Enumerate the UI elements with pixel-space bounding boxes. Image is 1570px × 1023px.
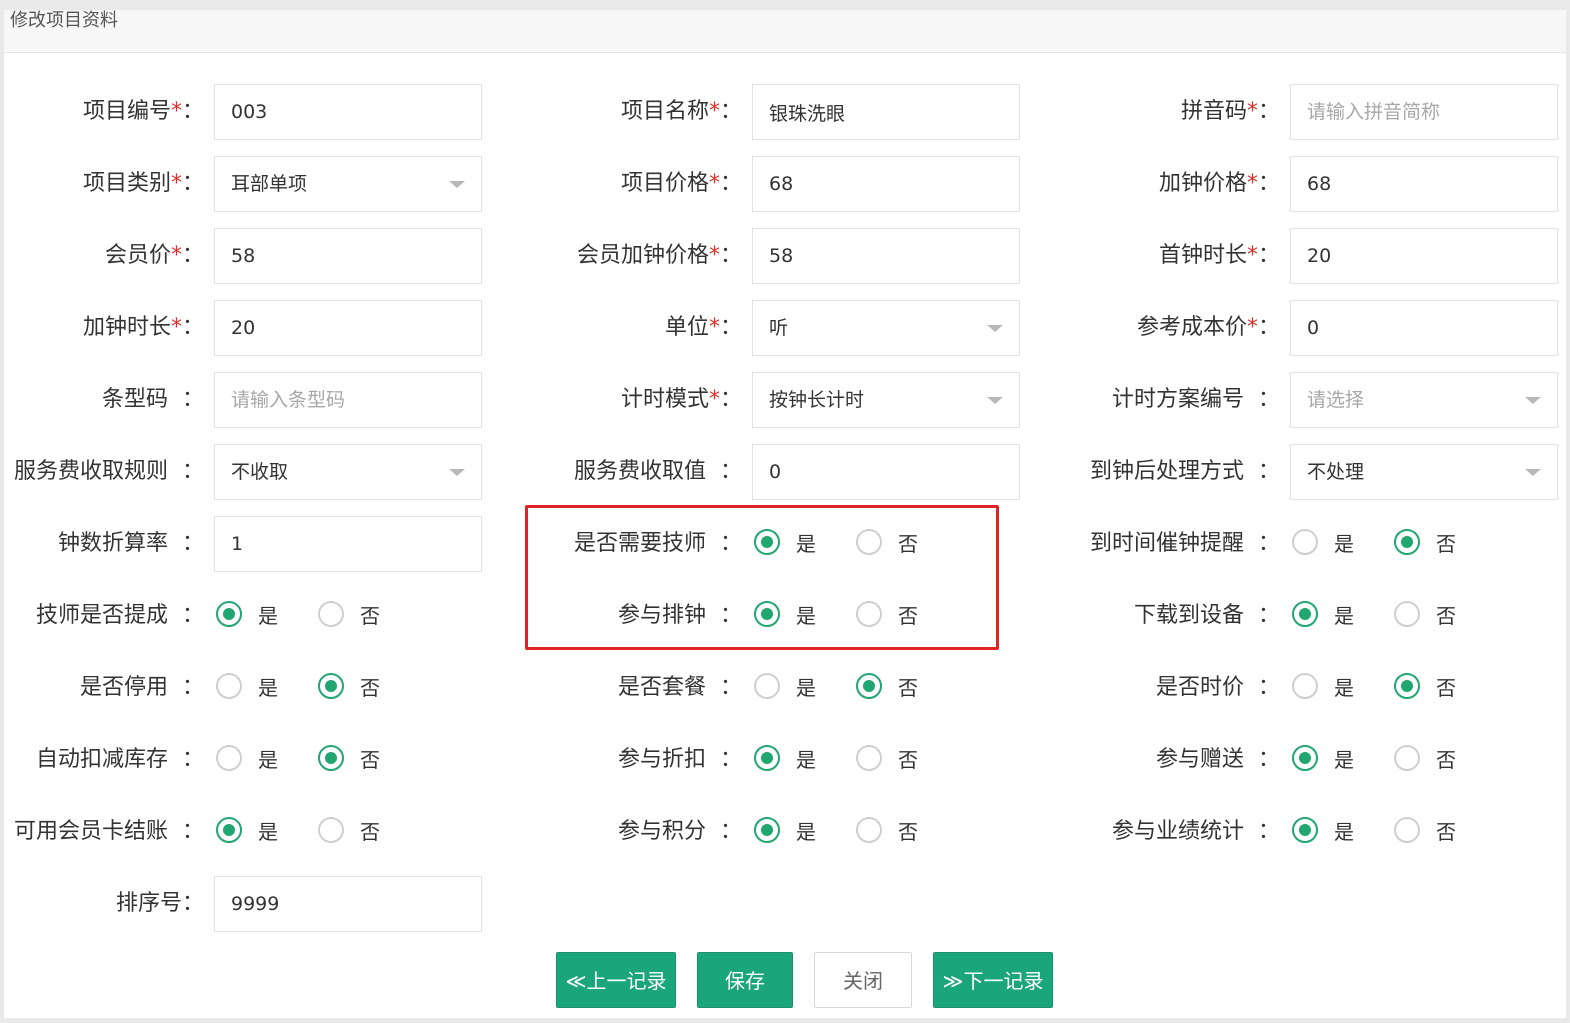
barcode-label: 条型码 [101,387,168,412]
project-code-label: 项目编号 [82,99,171,124]
tech-commission-label: 技师是否提成 [35,603,168,628]
extra-price-input[interactable] [1290,156,1558,212]
fee-rule-select[interactable]: 不收取 [214,444,482,500]
form-row: 项目类别*： 耳部单项 项目价格*： 加钟价格*： [4,156,1566,212]
form-row: 钟数折算率 ： 是否需要技师 ： 是 否 到时间催钟提醒 ： 是 否 [4,516,1566,572]
category-select[interactable]: 耳部单项 [214,156,482,212]
chevron-down-icon [449,181,465,188]
pinyin-input[interactable] [1290,84,1558,140]
disabled-label: 是否停用 [79,675,168,700]
chevron-down-icon [1525,397,1541,404]
form-row: 可用会员卡结账 ： 是 否 参与积分 ： 是 否 参与业绩统计 ： 是 否 [13,817,1456,844]
first-duration-label: 首钟时长 [1158,243,1247,268]
timing-mode-select[interactable]: 按钟长计时 [752,372,1020,428]
sort-no-label: 排序号 [115,891,182,916]
fee-value-input[interactable] [752,444,1020,500]
price-label: 项目价格 [620,171,709,196]
form-row: 排序号： [4,876,1566,932]
panel-header: 修改项目资料 [4,10,1566,53]
schedule-label: 参与排钟 [617,603,706,628]
ref-cost-label: 参考成本价 [1136,315,1247,340]
remind-label: 到时间催钟提醒 [1089,531,1244,556]
edit-project-panel: 修改项目资料 项目编号*： 项目名称*： 拼音码*： 项目类别*： 耳部单项 项… [4,10,1566,1018]
ref-cost-input[interactable] [1290,300,1558,356]
first-duration-input[interactable] [1290,228,1558,284]
form-row: 服务费收取规则 ： 不收取 服务费收取值 ： 到钟后处理方式 ： 不处理 [4,444,1566,500]
timing-mode-label: 计时模式 [620,387,709,412]
package-label: 是否套餐 [617,675,706,700]
category-label: 项目类别 [82,171,171,196]
fee-value-label: 服务费收取值 [573,459,706,484]
extra-duration-input[interactable] [214,300,482,356]
barcode-input[interactable] [214,372,482,428]
discount-label: 参与折扣 [617,747,706,772]
unit-label: 单位 [664,315,709,340]
extra-price-label: 加钟价格 [1158,171,1247,196]
price-input[interactable] [752,156,1020,212]
chevron-down-icon [987,325,1003,332]
project-name-label: 项目名称 [620,99,709,124]
next-record-button[interactable]: ≫下一记录 [933,952,1053,1008]
time-price-label: 是否时价 [1155,675,1244,700]
member-price-label: 会员价 [104,243,171,268]
after-action-select[interactable]: 不处理 [1290,444,1558,500]
member-card-label: 可用会员卡结账 [13,819,168,844]
chevron-down-icon [449,469,465,476]
fee-rule-label: 服务费收取规则 [13,459,168,484]
chevron-down-icon [1525,469,1541,476]
clock-rate-label: 钟数折算率 [57,531,168,556]
clock-rate-input[interactable] [214,516,482,572]
gift-label: 参与赠送 [1155,747,1244,772]
download-label: 下载到设备 [1133,603,1244,628]
form-row: 项目编号*： 项目名称*： 拼音码*： [4,84,1566,140]
timing-plan-label: 计时方案编号 [1111,387,1244,412]
extra-duration-label: 加钟时长 [82,315,171,340]
sort-no-input[interactable] [214,876,482,932]
need-tech-label: 是否需要技师 [573,531,706,556]
member-extra-price-label: 会员加钟价格 [576,243,709,268]
form-row: 是否停用 ： 是 否 是否套餐 ： 是 否 是否时价 ： 是 否 [79,673,1456,700]
project-name-input[interactable] [752,84,1020,140]
points-label: 参与积分 [617,819,706,844]
member-price-input[interactable] [214,228,482,284]
close-button[interactable]: 关闭 [814,952,912,1008]
form-row: 会员价*： 会员加钟价格*： 首钟时长*： [4,228,1566,284]
form-row: 自动扣减库存 ： 是 否 参与折扣 ： 是 否 参与赠送 ： 是 否 [35,745,1456,772]
form-row: 技师是否提成 ： 是 否 参与排钟 ： 是 否 下载到设备 ： 是 否 [35,601,1456,628]
form-row: 条型码 ： 计时模式*： 按钟长计时 计时方案编号 ： 请选择 [4,372,1566,428]
timing-plan-select[interactable]: 请选择 [1290,372,1558,428]
auto-stock-label: 自动扣减库存 [35,747,168,772]
after-action-label: 到钟后处理方式 [1089,459,1244,484]
pinyin-label: 拼音码 [1180,99,1247,124]
chevron-down-icon [987,397,1003,404]
page-title: 修改项目资料 [10,10,118,31]
save-button[interactable]: 保存 [697,952,793,1008]
unit-select[interactable]: 听 [752,300,1020,356]
member-extra-price-input[interactable] [752,228,1020,284]
performance-label: 参与业绩统计 [1111,819,1244,844]
project-code-input[interactable] [214,84,482,140]
prev-record-button[interactable]: ≪上一记录 [556,952,676,1008]
form-row: 加钟时长*： 单位*： 听 参考成本价*： [4,300,1566,356]
